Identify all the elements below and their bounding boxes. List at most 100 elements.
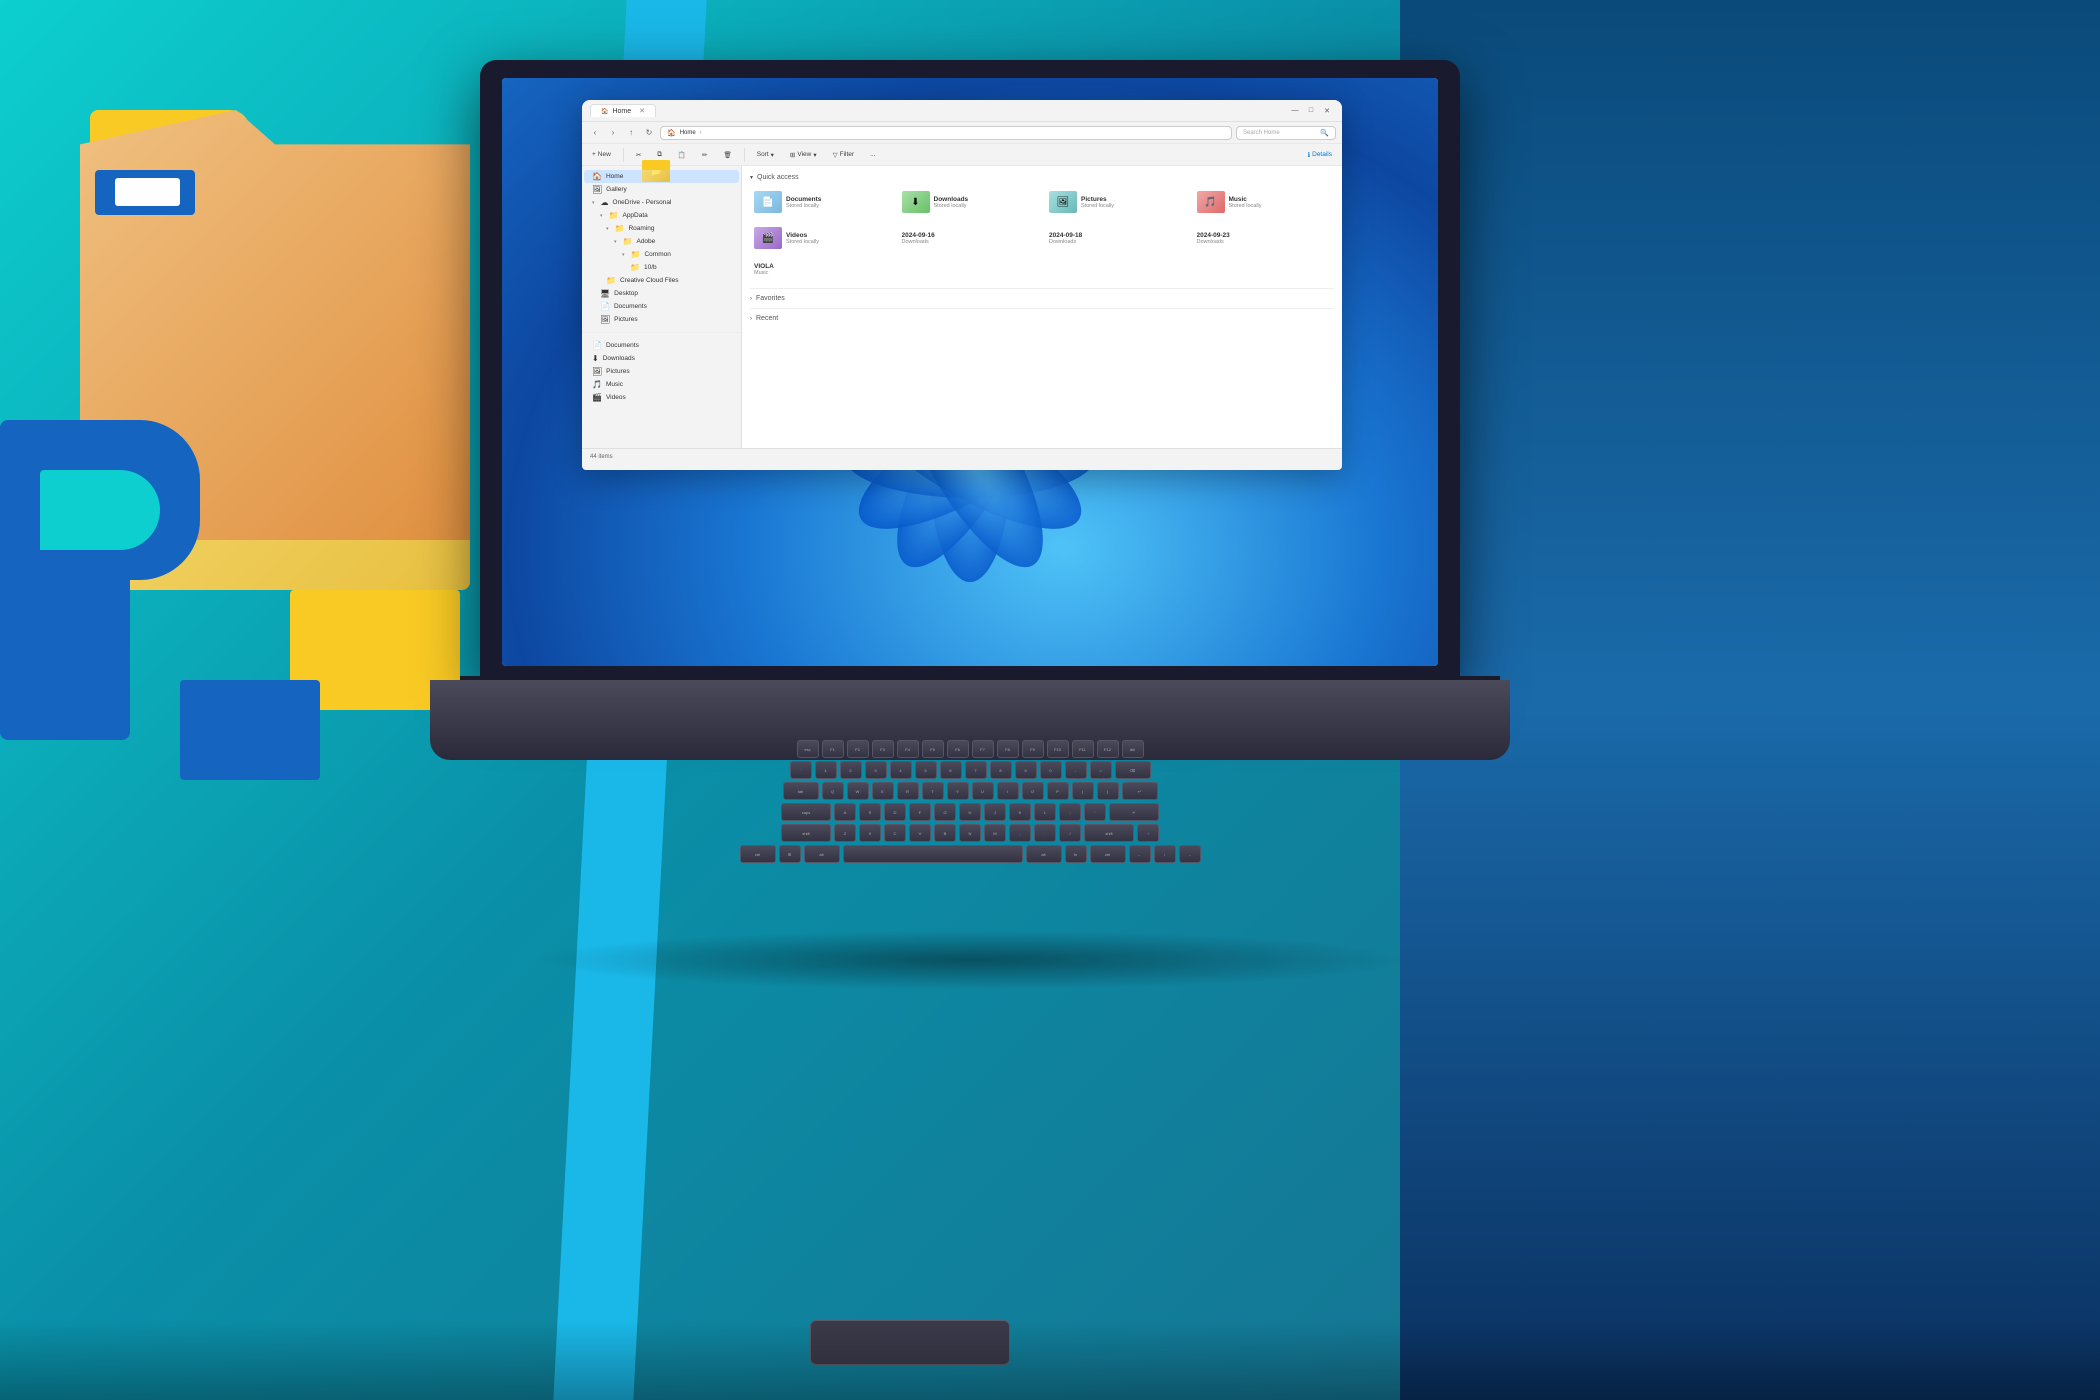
key-o[interactable]: O xyxy=(1022,782,1044,800)
details-button[interactable]: ℹ Details xyxy=(1304,149,1336,161)
key-period[interactable]: . xyxy=(1034,824,1056,842)
key-l[interactable]: L xyxy=(1034,803,1056,821)
key-left[interactable]: ← xyxy=(1129,845,1151,863)
key-shift-l[interactable]: shift xyxy=(781,824,831,842)
rename-button[interactable]: ✏ xyxy=(698,149,711,161)
key-caps[interactable]: caps xyxy=(781,803,831,821)
filter-button[interactable]: ▽ Filter xyxy=(829,149,858,161)
sidebar-item-cc[interactable]: 📁 Creative Cloud Files xyxy=(584,274,739,287)
key-f7[interactable]: F7 xyxy=(972,740,994,758)
active-tab[interactable]: 🏠 Home ✕ xyxy=(590,104,656,117)
tab-close-btn[interactable]: ✕ xyxy=(639,107,645,115)
cut-button[interactable]: ✂ xyxy=(632,149,645,161)
key-f2[interactable]: F2 xyxy=(847,740,869,758)
favorites-header[interactable]: › Favorites xyxy=(750,295,1334,302)
forward-button[interactable]: › xyxy=(606,126,620,140)
key-d[interactable]: D xyxy=(884,803,906,821)
key-f6[interactable]: F6 xyxy=(947,740,969,758)
key-f10[interactable]: F10 xyxy=(1047,740,1069,758)
sidebar-item-adobe[interactable]: ▾ 📁 Adobe xyxy=(584,235,739,248)
paste-button[interactable]: 📋 xyxy=(674,149,690,161)
key-right[interactable]: → xyxy=(1179,845,1201,863)
key-u[interactable]: U xyxy=(972,782,994,800)
sidebar-item-10b[interactable]: 📁 10/b xyxy=(584,261,739,274)
back-button[interactable]: ‹ xyxy=(588,126,602,140)
search-box[interactable]: Search Home 🔍 xyxy=(1236,126,1336,140)
key-a[interactable]: A xyxy=(834,803,856,821)
sidebar-item-appdata[interactable]: ▾ 📁 AppData xyxy=(584,209,739,222)
key-t[interactable]: T xyxy=(922,782,944,800)
key-win[interactable]: ⊞ xyxy=(779,845,801,863)
key-j[interactable]: J xyxy=(984,803,1006,821)
sidebar-item-documents[interactable]: 📄 Documents xyxy=(584,339,739,352)
sidebar-item-videos[interactable]: 🎬 Videos xyxy=(584,391,739,404)
delete-button[interactable]: 🗑 xyxy=(719,149,735,161)
key-x[interactable]: X xyxy=(859,824,881,842)
sidebar-item-common[interactable]: ▾ 📁 Common xyxy=(584,248,739,261)
key-ctrl-l[interactable]: ctrl xyxy=(740,845,776,863)
key-s[interactable]: S xyxy=(859,803,881,821)
key-backtick[interactable]: ` xyxy=(790,761,812,779)
refresh-button[interactable]: ↻ xyxy=(642,126,656,140)
key-6[interactable]: 6 xyxy=(940,761,962,779)
key-f11[interactable]: F11 xyxy=(1072,740,1094,758)
address-input[interactable]: 🏠 Home › xyxy=(660,126,1232,140)
close-button[interactable]: ✕ xyxy=(1320,104,1334,118)
key-f9[interactable]: F9 xyxy=(1022,740,1044,758)
folder-item-2024-09-23[interactable]: 📁 2024-09-23 Downloads xyxy=(1193,223,1335,253)
folder-item-documents[interactable]: 📄 Documents Stored locally xyxy=(750,187,892,217)
sidebar-item-documents-sub[interactable]: 📄 Documents xyxy=(584,300,739,313)
folder-item-2024-09-18[interactable]: 📁 2024-09-18 Downloads xyxy=(1045,223,1187,253)
key-up[interactable]: ↑ xyxy=(1137,824,1159,842)
key-y[interactable]: Y xyxy=(947,782,969,800)
key-down[interactable]: ↓ xyxy=(1154,845,1176,863)
key-7[interactable]: 7 xyxy=(965,761,987,779)
key-8[interactable]: 8 xyxy=(990,761,1012,779)
key-2[interactable]: 2 xyxy=(840,761,862,779)
key-semi[interactable]: ; xyxy=(1059,803,1081,821)
key-del[interactable]: del xyxy=(1122,740,1144,758)
folder-item-music[interactable]: 🎵 Music Stored locally xyxy=(1193,187,1335,217)
sort-button[interactable]: Sort ▾ xyxy=(753,149,778,161)
key-9[interactable]: 9 xyxy=(1015,761,1037,779)
key-enter[interactable]: ↵ xyxy=(1122,782,1158,800)
sidebar-item-downloads[interactable]: ⬇ Downloads xyxy=(584,352,739,365)
folder-item-2024-09-16[interactable]: 📁 2024-09-16 Downloads xyxy=(898,223,1040,253)
up-button[interactable]: ↑ xyxy=(624,126,638,140)
sidebar-item-roaming[interactable]: ▾ 📁 Roaming xyxy=(584,222,739,235)
key-enter2[interactable]: ↵ xyxy=(1109,803,1159,821)
key-e[interactable]: E xyxy=(872,782,894,800)
key-g[interactable]: G xyxy=(934,803,956,821)
maximize-button[interactable]: □ xyxy=(1304,104,1318,118)
key-v[interactable]: V xyxy=(909,824,931,842)
key-k[interactable]: K xyxy=(1009,803,1031,821)
key-w[interactable]: W xyxy=(847,782,869,800)
key-quote[interactable]: ' xyxy=(1084,803,1106,821)
folder-item-downloads[interactable]: ⬇ Downloads Stored locally xyxy=(898,187,1040,217)
key-z[interactable]: Z xyxy=(834,824,856,842)
sidebar-item-pictures[interactable]: 🖼 Pictures xyxy=(584,365,739,378)
key-1[interactable]: 1 xyxy=(815,761,837,779)
sidebar-item-pictures-sub[interactable]: 🖼 Pictures xyxy=(584,313,739,326)
key-minus[interactable]: - xyxy=(1065,761,1087,779)
key-equals[interactable]: = xyxy=(1090,761,1112,779)
key-q[interactable]: Q xyxy=(822,782,844,800)
key-h[interactable]: H xyxy=(959,803,981,821)
key-b[interactable]: B xyxy=(934,824,956,842)
key-f4[interactable]: F4 xyxy=(897,740,919,758)
key-slash[interactable]: / xyxy=(1059,824,1081,842)
key-f1[interactable]: F1 xyxy=(822,740,844,758)
key-fn[interactable]: fn xyxy=(1065,845,1087,863)
key-0[interactable]: 0 xyxy=(1040,761,1062,779)
quick-access-header[interactable]: ▾ Quick access xyxy=(750,174,1334,181)
key-f5[interactable]: F5 xyxy=(922,740,944,758)
key-alt-l[interactable]: alt xyxy=(804,845,840,863)
key-space[interactable] xyxy=(843,845,1023,863)
key-alt-r[interactable]: alt xyxy=(1026,845,1062,863)
key-esc[interactable]: esc xyxy=(797,740,819,758)
key-p[interactable]: P xyxy=(1047,782,1069,800)
key-ctrl-r[interactable]: ctrl xyxy=(1090,845,1126,863)
recent-header[interactable]: › Recent xyxy=(750,315,1334,322)
copy-button[interactable]: ⧉ xyxy=(653,149,666,161)
key-c[interactable]: C xyxy=(884,824,906,842)
